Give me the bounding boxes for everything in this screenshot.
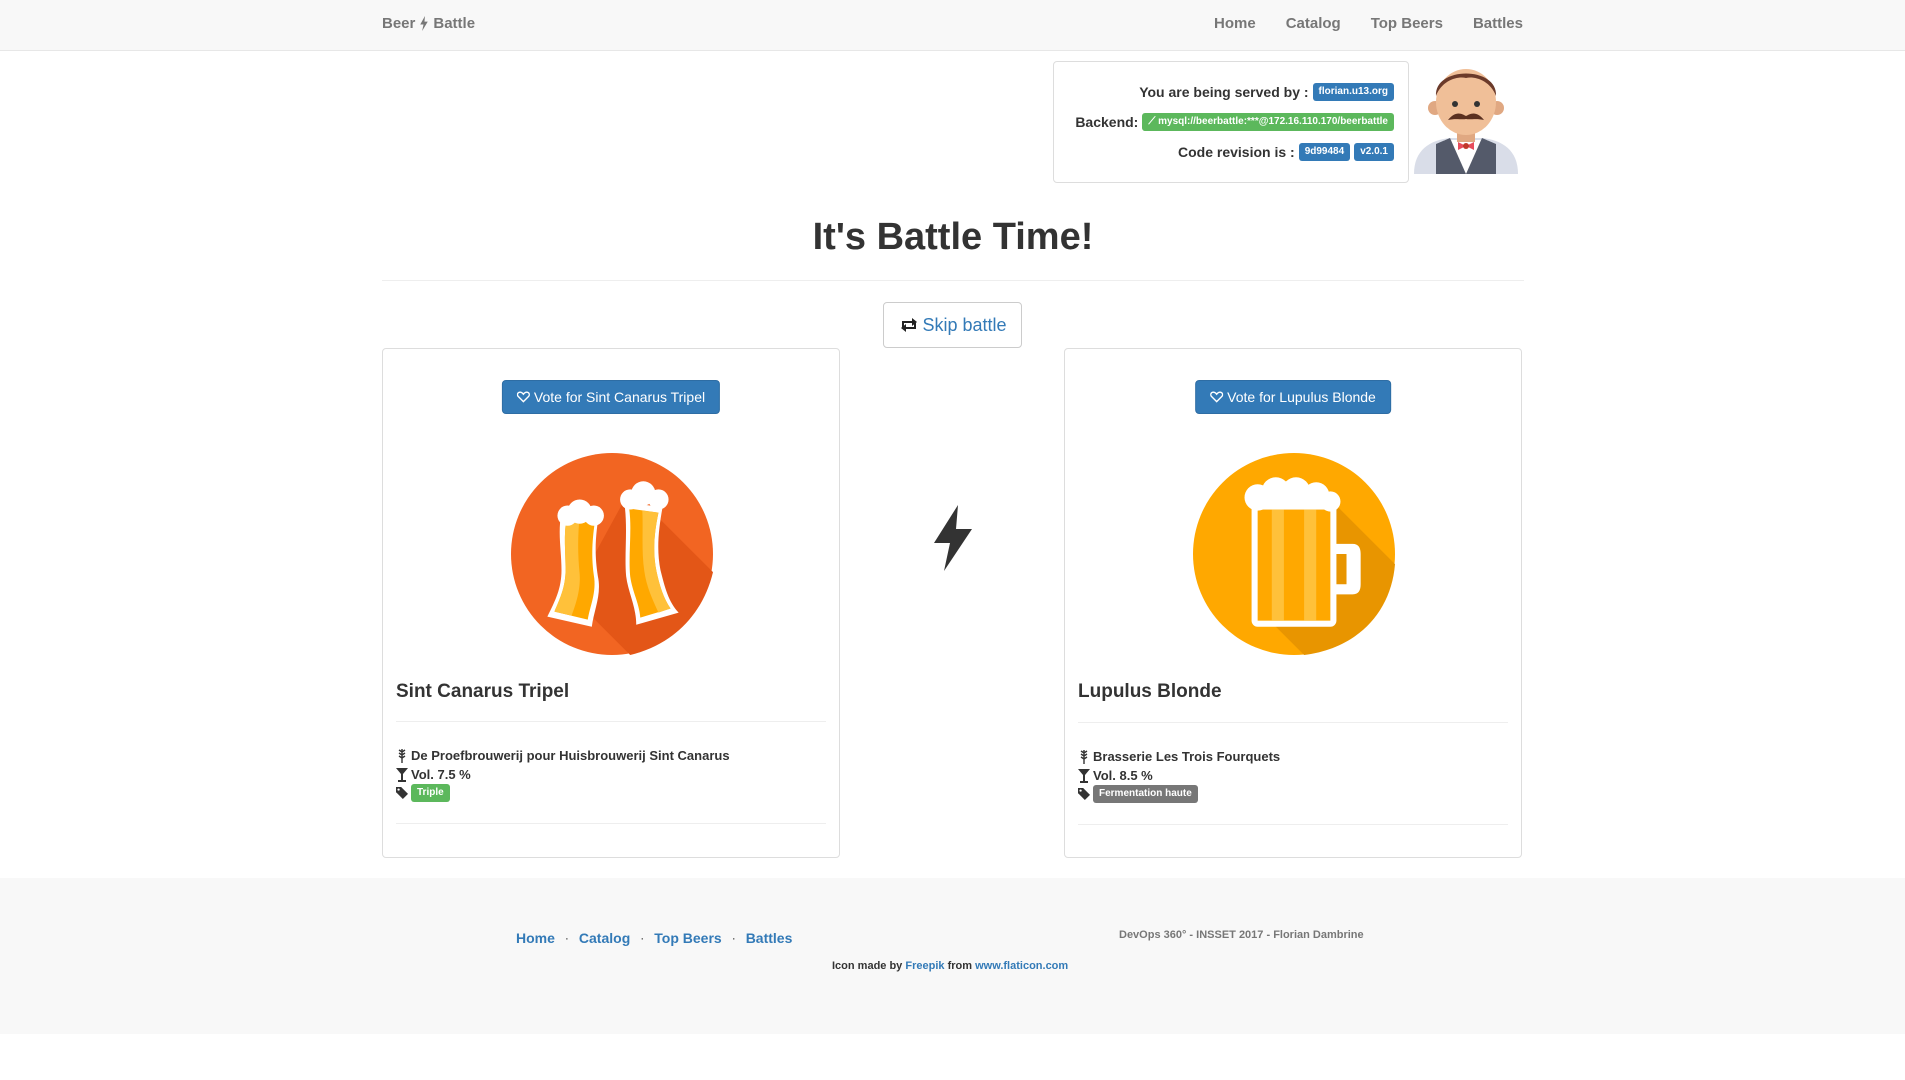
tag-icon xyxy=(1078,788,1090,800)
skip-battle-button[interactable]: Skip battle xyxy=(883,302,1022,348)
served-by-label: You are being served by : xyxy=(1139,84,1309,100)
beer-name-right: Lupulus Blonde xyxy=(1078,681,1222,702)
served-by-row: You are being served by : florian.u13.or… xyxy=(1054,77,1394,107)
credit-prefix: Icon made by xyxy=(832,960,903,972)
footer-catalog[interactable]: Catalog xyxy=(579,930,630,946)
lightning-icon xyxy=(420,16,429,31)
separator: · xyxy=(640,931,645,945)
heart-icon xyxy=(1210,391,1224,403)
divider xyxy=(396,721,826,722)
footer: Home · Catalog · Top Beers · Battles Ico… xyxy=(0,878,1905,1034)
tag-row-right: Fermentation haute xyxy=(1078,785,1198,803)
server-info-panel: You are being served by : florian.u13.or… xyxy=(1053,61,1409,183)
abv-right: Vol. 8.5 % xyxy=(1093,768,1153,783)
footer-links: Home · Catalog · Top Beers · Battles xyxy=(516,930,792,946)
copyright: DevOps 360° - INSSET 2017 - Florian Damb… xyxy=(1119,929,1364,941)
waiter-avatar-icon xyxy=(1414,69,1518,174)
divider xyxy=(396,823,826,824)
brewery-row-left: De Proefbrouwerij pour Huisbrouwerij Sin… xyxy=(396,748,730,763)
divider xyxy=(1078,824,1508,825)
brewery-right: Brasserie Les Trois Fourquets xyxy=(1093,749,1281,764)
revision-label: Code revision is : xyxy=(1178,144,1295,160)
beer-mug-icon xyxy=(1193,453,1395,655)
abv-row-left: Vol. 7.5 % xyxy=(396,767,471,782)
backend-badge: ⟋ mysql://beerbattle:***@172.16.110.170/… xyxy=(1142,113,1394,131)
skip-battle-label: Skip battle xyxy=(922,314,1007,335)
vote-label-left: Vote for Sint Canarus Tripel xyxy=(533,389,706,405)
tag-row-left: Triple xyxy=(396,784,450,802)
brewery-row-right: Brasserie Les Trois Fourquets xyxy=(1078,749,1280,764)
beer-card-left: Vote for Sint Canarus Tripel Sint Canaru… xyxy=(382,348,840,858)
wheat-icon xyxy=(398,748,406,763)
vote-button-right[interactable]: Vote for Lupulus Blonde xyxy=(1195,380,1391,414)
freepik-link[interactable]: Freepik xyxy=(905,960,944,972)
icon-credit: Icon made by Freepik from www.flaticon.c… xyxy=(832,960,1068,972)
glass-icon xyxy=(396,767,408,782)
divider xyxy=(382,280,1524,281)
brand-left: Beer xyxy=(382,15,416,32)
heart-icon xyxy=(516,391,530,403)
nav-top-beers[interactable]: Top Beers xyxy=(1371,15,1443,32)
vote-button-left[interactable]: Vote for Sint Canarus Tripel xyxy=(501,380,721,414)
divider xyxy=(1078,722,1508,723)
backend-label: Backend: xyxy=(1075,114,1139,130)
glass-icon xyxy=(1078,768,1090,783)
revision-version-badge: v2.0.1 xyxy=(1354,143,1394,161)
wheat-icon xyxy=(1080,749,1088,764)
tag-icon xyxy=(396,787,408,799)
vote-label-right: Vote for Lupulus Blonde xyxy=(1227,389,1376,405)
footer-battles[interactable]: Battles xyxy=(746,930,793,946)
abv-left: Vol. 7.5 % xyxy=(411,767,471,782)
beer-name-left: Sint Canarus Tripel xyxy=(396,681,570,702)
lightning-icon xyxy=(934,505,972,571)
served-by-badge: florian.u13.org xyxy=(1312,83,1394,101)
backend-value: mysql://beerbattle:***@172.16.110.170/be… xyxy=(1158,116,1388,127)
brewery-left: De Proefbrouwerij pour Huisbrouwerij Sin… xyxy=(411,748,730,763)
nav-battles[interactable]: Battles xyxy=(1473,15,1523,32)
credit-from: from xyxy=(947,960,973,972)
separator: · xyxy=(564,931,569,945)
brand-right: Battle xyxy=(433,15,476,32)
nav-catalog[interactable]: Catalog xyxy=(1286,15,1341,32)
nav-menu: Home Catalog Top Beers Battles xyxy=(1214,15,1523,32)
page-title: It's Battle Time! xyxy=(812,216,1094,258)
beer-tag-left: Triple xyxy=(411,784,450,802)
clinking-beer-glasses-icon xyxy=(511,453,713,655)
footer-top-beers[interactable]: Top Beers xyxy=(654,930,721,946)
backend-row: Backend: ⟋ mysql://beerbattle:***@172.16… xyxy=(1054,107,1394,137)
nav-home[interactable]: Home xyxy=(1214,15,1256,32)
revision-row: Code revision is : 9d99484 v2.0.1 xyxy=(1054,137,1394,167)
flaticon-link[interactable]: www.flaticon.com xyxy=(975,960,1068,972)
footer-home[interactable]: Home xyxy=(516,930,555,946)
separator: · xyxy=(731,931,736,945)
brand[interactable]: Beer Battle xyxy=(382,15,475,32)
link-icon: ⟋ xyxy=(1148,116,1156,127)
revision-hash-badge: 9d99484 xyxy=(1298,143,1351,161)
retweet-icon xyxy=(901,318,918,332)
abv-row-right: Vol. 8.5 % xyxy=(1078,768,1153,783)
navbar: Beer Battle Home Catalog Top Beers Battl… xyxy=(0,0,1905,51)
beer-tag-right: Fermentation haute xyxy=(1093,785,1198,803)
beer-card-right: Vote for Lupulus Blonde Lupulus Blonde B… xyxy=(1064,348,1522,858)
